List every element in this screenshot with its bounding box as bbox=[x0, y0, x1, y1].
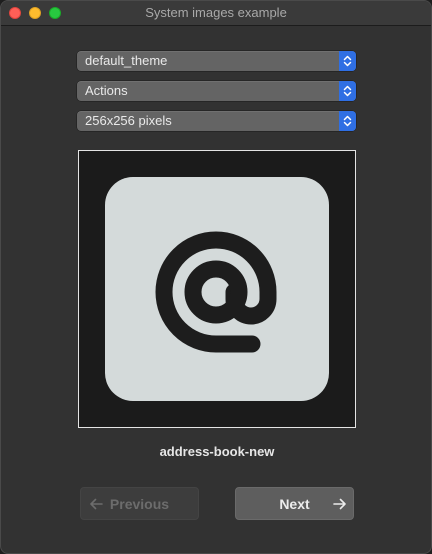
title-bar: System images example bbox=[1, 1, 431, 26]
icon-preview bbox=[78, 150, 356, 428]
context-select[interactable]: Actions bbox=[77, 81, 356, 101]
size-select[interactable]: 256x256 pixels bbox=[77, 111, 356, 131]
window-title: System images example bbox=[145, 5, 287, 20]
theme-select[interactable]: default_theme bbox=[77, 51, 356, 71]
arrow-right-icon bbox=[333, 498, 346, 510]
size-select-value: 256x256 pixels bbox=[85, 113, 172, 128]
previous-button[interactable]: Previous bbox=[80, 487, 199, 520]
context-select-stepper-icon bbox=[339, 81, 356, 101]
icon-tile bbox=[105, 177, 329, 401]
app-window: System images example default_theme Acti… bbox=[0, 0, 432, 554]
context-select-value: Actions bbox=[85, 83, 128, 98]
icon-name-label: address-book-new bbox=[159, 444, 275, 459]
previous-button-label: Previous bbox=[109, 496, 170, 512]
theme-select-value: default_theme bbox=[85, 53, 168, 68]
size-select-stepper-icon bbox=[339, 111, 356, 131]
next-button[interactable]: Next bbox=[235, 487, 354, 520]
theme-select-stepper-icon bbox=[339, 51, 356, 71]
at-sign-icon bbox=[155, 231, 277, 353]
